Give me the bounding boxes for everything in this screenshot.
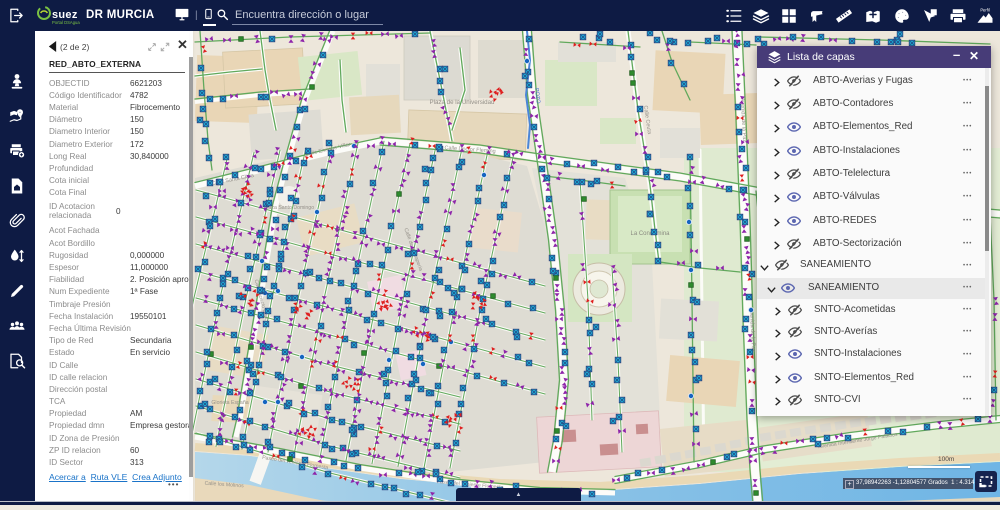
svg-text:Glorieta España: Glorieta España	[211, 400, 248, 406]
svg-text:Perfil: Perfil	[980, 8, 989, 13]
svg-text:La Condomina: La Condomina	[630, 231, 670, 237]
svg-text:Plaza de la Universidad: Plaza de la Universidad	[429, 99, 495, 106]
